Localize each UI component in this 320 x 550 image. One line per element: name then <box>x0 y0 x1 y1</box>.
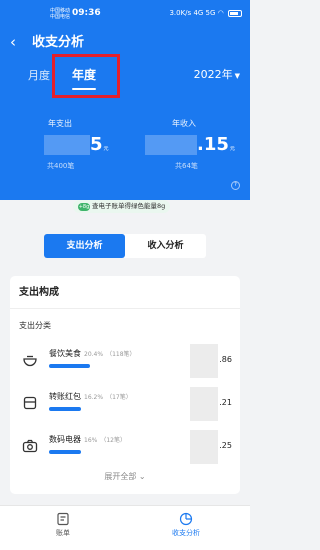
network-type: 4G 5G <box>193 9 216 17</box>
expense-amount-tail: 5 <box>90 134 103 155</box>
carrier-labels: 中国移动 中国电信 <box>50 8 72 20</box>
category-row[interactable]: 转账红包 16.2% （17笔） .21 <box>10 387 240 427</box>
year-value: 2022年 <box>193 68 233 81</box>
page-title: 收支分析 <box>32 35 85 50</box>
segment-expense-analysis[interactable]: 支出分析 <box>44 234 125 258</box>
expense-count: 共400笔 <box>47 162 75 170</box>
carrier-2: 中国电信 <box>50 14 71 20</box>
category-bar <box>49 407 81 411</box>
tab-monthly[interactable]: 月度 <box>28 68 50 84</box>
highlight-box <box>52 54 120 98</box>
income-unit: 元 <box>229 146 235 152</box>
green-energy-badge: +8g <box>78 203 90 211</box>
composition-card: 支出构成 支出分类 餐饮美食 20.4% （118笔） .86 转账红包 16.2% （… <box>10 276 240 494</box>
caret-down-icon: ▼ <box>234 72 240 80</box>
expense-masked-amount <box>44 135 90 155</box>
income-amount: .15 元 <box>145 133 235 155</box>
income-amount-tail: .15 <box>197 134 229 155</box>
promo-text: 查电子账单得绿色能量8g <box>92 202 166 210</box>
expense-unit: 元 <box>103 146 109 152</box>
back-button[interactable]: ‹ <box>10 32 16 52</box>
category-amount-tail: .86 <box>219 355 232 364</box>
category-bar <box>49 450 81 454</box>
bottom-tab-bar: 账单 收支分析 <box>0 505 250 550</box>
promo-banner[interactable]: +8g 查电子账单得绿色能量8g <box>73 200 171 213</box>
income-label: 年收入 <box>172 119 196 128</box>
pie-chart-icon <box>179 512 193 526</box>
category-bar <box>49 364 90 368</box>
category-row[interactable]: 餐饮美食 20.4% （118笔） .86 <box>10 344 240 384</box>
expense-label: 年支出 <box>48 119 72 128</box>
card-divider <box>10 308 240 309</box>
header-panel: 中国移动 中国电信 09:36 3.0K/s 4G 5G ◠ ‹ 收支分析 月度… <box>0 0 250 200</box>
tab-bills-label: 账单 <box>56 529 70 537</box>
category-subtitle: 支出分类 <box>19 321 51 330</box>
status-bar: 中国移动 中国电信 09:36 3.0K/s 4G 5G ◠ <box>50 7 242 21</box>
category-amount-tail: .25 <box>219 441 232 450</box>
status-icons: 3.0K/s 4G 5G ◠ <box>169 7 242 19</box>
bill-icon <box>57 512 69 526</box>
category-row[interactable]: 数码电器 16% （12笔） .25 <box>10 430 240 470</box>
camera-icon <box>22 439 38 453</box>
segment-income-analysis[interactable]: 收入分析 <box>125 234 206 258</box>
expense-amount: 5 元 <box>44 133 109 155</box>
wifi-icon: ◠ <box>217 9 224 17</box>
box-icon <box>23 396 37 410</box>
network-speed: 3.0K/s <box>169 9 192 17</box>
tab-analysis-label: 收支分析 <box>172 529 200 537</box>
chevron-down-icon: ⌄ <box>138 472 146 481</box>
chevron-left-icon: ‹ <box>10 33 16 51</box>
bowl-icon <box>23 355 37 367</box>
income-count: 共64笔 <box>175 162 198 170</box>
battery-icon <box>228 9 242 17</box>
analysis-segment: 支出分析 收入分析 <box>44 234 206 258</box>
help-icon[interactable]: ? <box>231 181 240 190</box>
masked-amount <box>190 387 218 421</box>
expand-all-button[interactable]: 展开全部 ⌄ <box>10 471 240 483</box>
tab-income-expense-analysis[interactable]: 收支分析 <box>156 506 216 550</box>
category-label: 餐饮美食 20.4% （118笔） <box>49 349 136 358</box>
category-amount-tail: .21 <box>219 398 232 407</box>
tab-bills[interactable]: 账单 <box>33 506 93 550</box>
masked-amount <box>190 344 218 378</box>
category-label: 数码电器 16% （12笔） <box>49 435 126 444</box>
status-time: 09:36 <box>72 8 101 18</box>
income-masked-amount <box>145 135 197 155</box>
year-selector[interactable]: 2022年 ▼ <box>194 67 240 84</box>
masked-amount <box>190 430 218 464</box>
category-label: 转账红包 16.2% （17笔） <box>49 392 132 401</box>
composition-title: 支出构成 <box>19 287 59 298</box>
